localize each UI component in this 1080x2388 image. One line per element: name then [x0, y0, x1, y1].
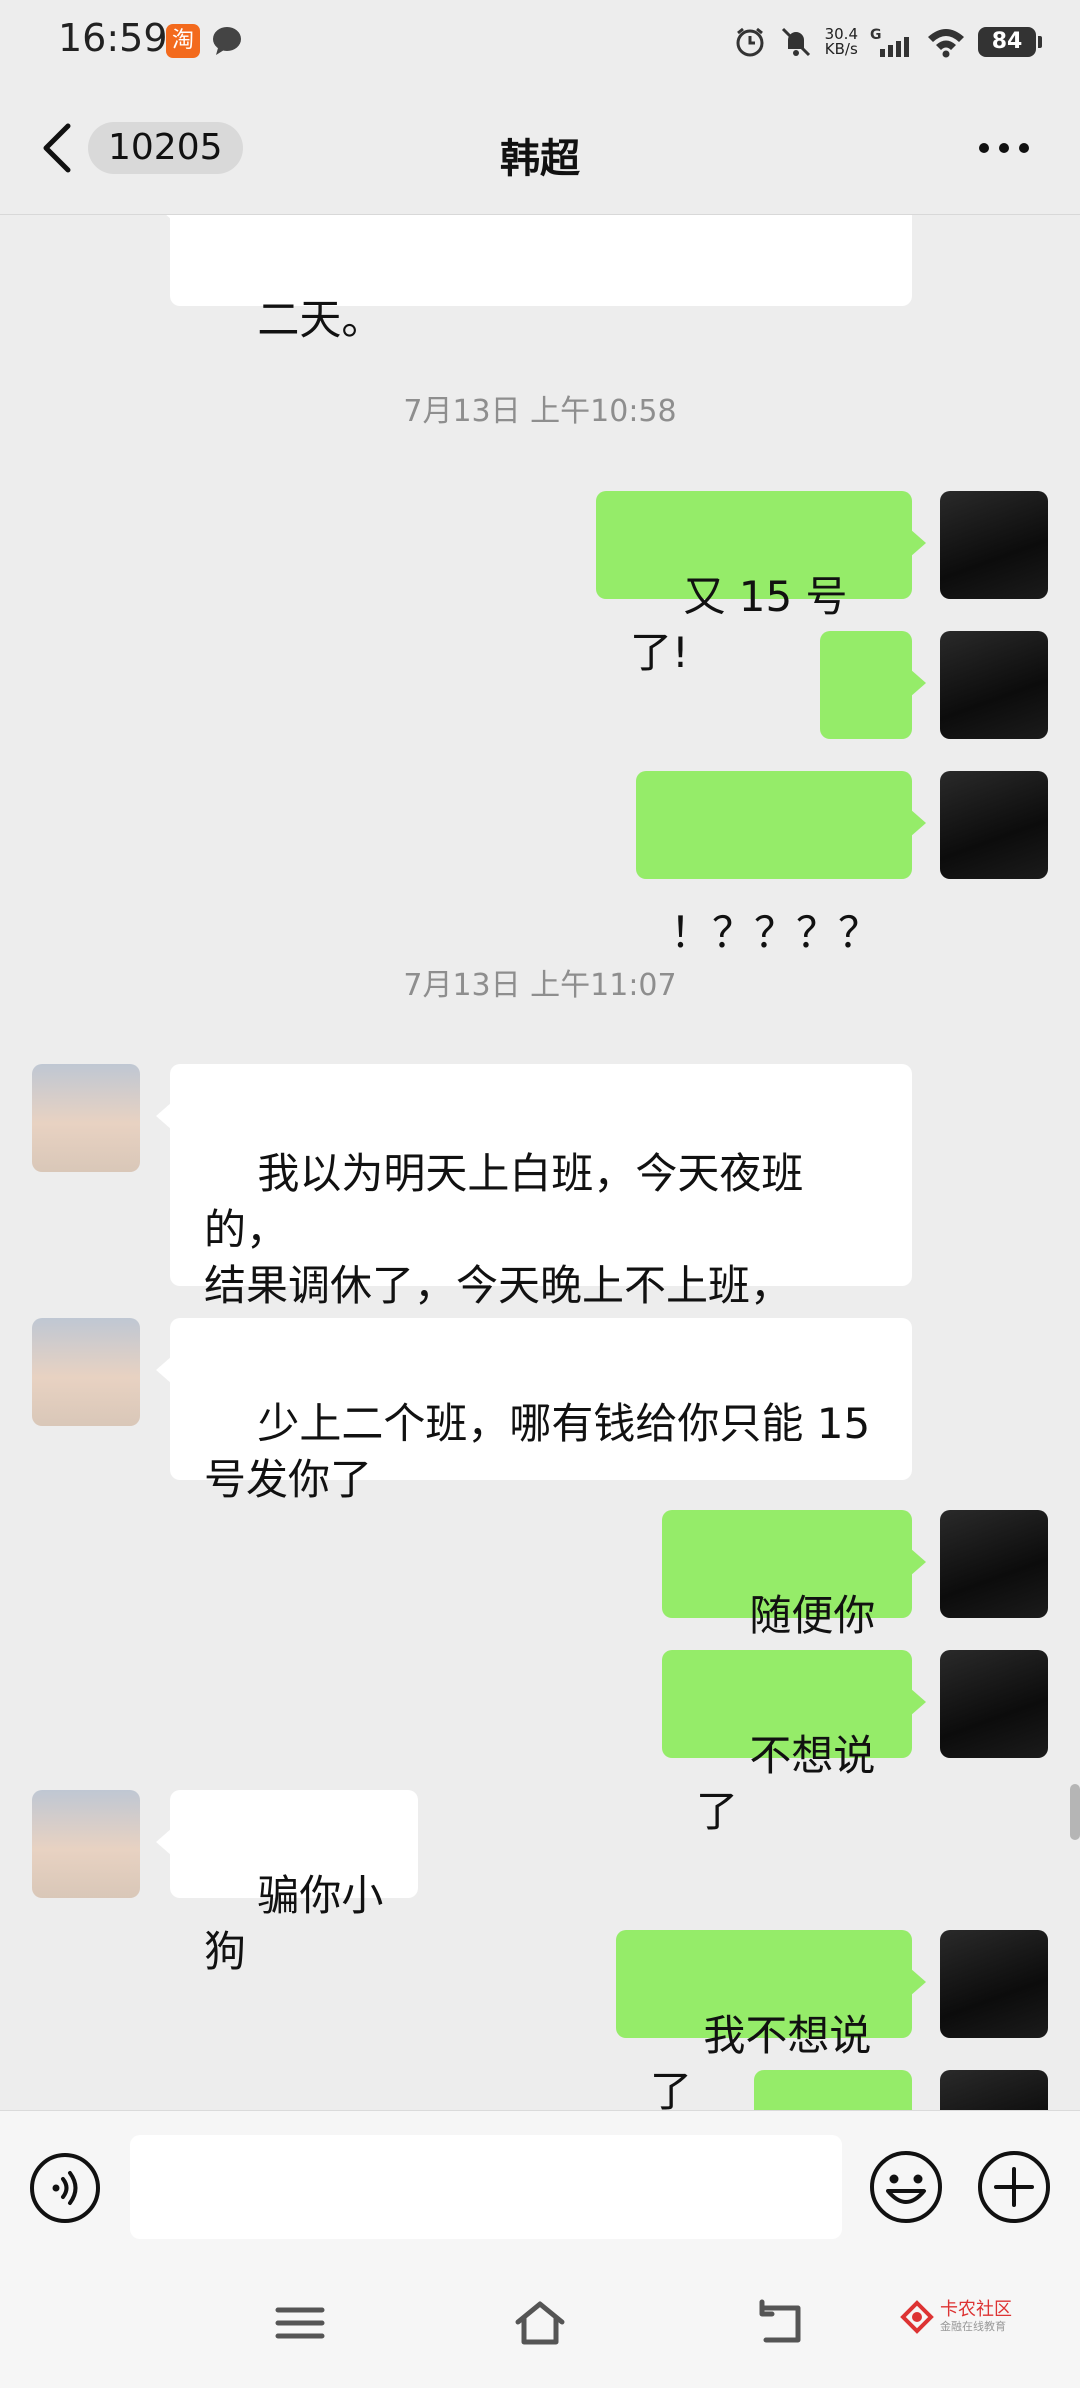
- message-bubble-sent-partial[interactable]: [754, 2070, 926, 2110]
- input-bar: [0, 2110, 1080, 2261]
- cellular-signal-icon: G: [870, 27, 909, 57]
- my-avatar[interactable]: [940, 631, 1048, 739]
- status-right-group: 30.4 KB/s G 84: [733, 20, 1042, 64]
- taobao-notification-icon: 淘: [166, 24, 200, 58]
- timestamp: 7月13日 上午10:58: [403, 394, 677, 429]
- message-text: 又 15 号了!: [630, 572, 848, 677]
- message-text: ！？？？？: [670, 908, 881, 957]
- emoji-button[interactable]: [868, 2149, 944, 2225]
- my-avatar[interactable]: [940, 2070, 1048, 2110]
- mute-bell-icon: [781, 27, 810, 57]
- message-text: 二天。: [257, 295, 384, 344]
- watermark-subtitle: 金融在线教育: [940, 2320, 1006, 2333]
- my-avatar[interactable]: [940, 1510, 1048, 1618]
- voice-input-button[interactable]: [28, 2151, 102, 2225]
- page-title: 韩超: [500, 136, 580, 182]
- message-bubble-received[interactable]: 少上二个班，哪有钱给你只能 15 号发你了: [156, 1318, 912, 1504]
- contact-avatar[interactable]: [32, 1064, 140, 1172]
- message-bubble-sent[interactable]: ?: [820, 631, 926, 817]
- status-time: 16:59: [58, 16, 168, 60]
- message-bubble-sent[interactable]: 又 15 号了!: [596, 491, 926, 677]
- timestamp: 7月13日 上午11:07: [403, 968, 677, 1003]
- message-bubble-received[interactable]: 骗你小狗: [156, 1790, 418, 1976]
- watermark-logo-icon: [900, 2300, 934, 2334]
- system-nav-bar: 卡农社区 金融在线教育: [0, 2260, 1080, 2388]
- my-avatar[interactable]: [940, 1930, 1048, 2038]
- network-speed-unit: KB/s: [824, 40, 858, 58]
- message-bubble-sent[interactable]: 我不想说了: [616, 1930, 926, 2110]
- message-bubble-received[interactable]: 我以为明天上白班，今天夜班的， 结果调休了，今天晚上不上班， 明 天晚上才上班: [156, 1064, 912, 1366]
- menu-icon[interactable]: [272, 2298, 328, 2348]
- message-bubble-sent[interactable]: 不想说了: [662, 1650, 926, 1836]
- my-avatar[interactable]: [940, 771, 1048, 879]
- more-functions-button[interactable]: [976, 2149, 1052, 2225]
- message-text: 少上二个班，哪有钱给你只能 15 号发你了: [204, 1399, 871, 1504]
- my-avatar[interactable]: [940, 491, 1048, 599]
- alarm-icon: [736, 27, 764, 57]
- back-nav-icon[interactable]: [752, 2298, 808, 2348]
- message-notification-icon: [213, 27, 241, 55]
- network-speed: 30.4 KB/s: [825, 27, 858, 57]
- my-avatar[interactable]: [940, 1650, 1048, 1758]
- message-text: 不想说了: [696, 1731, 876, 1836]
- home-icon[interactable]: [512, 2298, 568, 2348]
- battery-indicator: 84: [978, 27, 1042, 57]
- scrollbar-thumb[interactable]: [1070, 1784, 1080, 1840]
- chat-header: 10205 韩超: [0, 82, 1080, 215]
- contact-avatar[interactable]: [32, 1790, 140, 1898]
- message-bubble-sent[interactable]: ！？？？？: [636, 771, 926, 957]
- contact-avatar[interactable]: [32, 1318, 140, 1426]
- network-type: G: [870, 27, 882, 43]
- message-input[interactable]: [130, 2135, 842, 2239]
- watermark: 卡农社区 金融在线教育: [900, 2300, 1012, 2334]
- message-list[interactable]: 二天。 7月13日 上午10:58 又 15 号了! ? ！？？？？ 7月13日…: [0, 214, 1080, 2110]
- message-text: 骗你小狗: [204, 1871, 384, 1976]
- watermark-title: 卡农社区: [940, 2299, 1012, 2320]
- message-bubble-partial[interactable]: 二天。: [156, 214, 912, 344]
- status-bar: 16:59 淘 30.4 KB/s G 84: [0, 0, 1080, 82]
- wifi-icon: [928, 29, 964, 58]
- message-bubble-sent[interactable]: 随便你吧: [662, 1510, 926, 1696]
- more-options-button[interactable]: [976, 138, 1032, 158]
